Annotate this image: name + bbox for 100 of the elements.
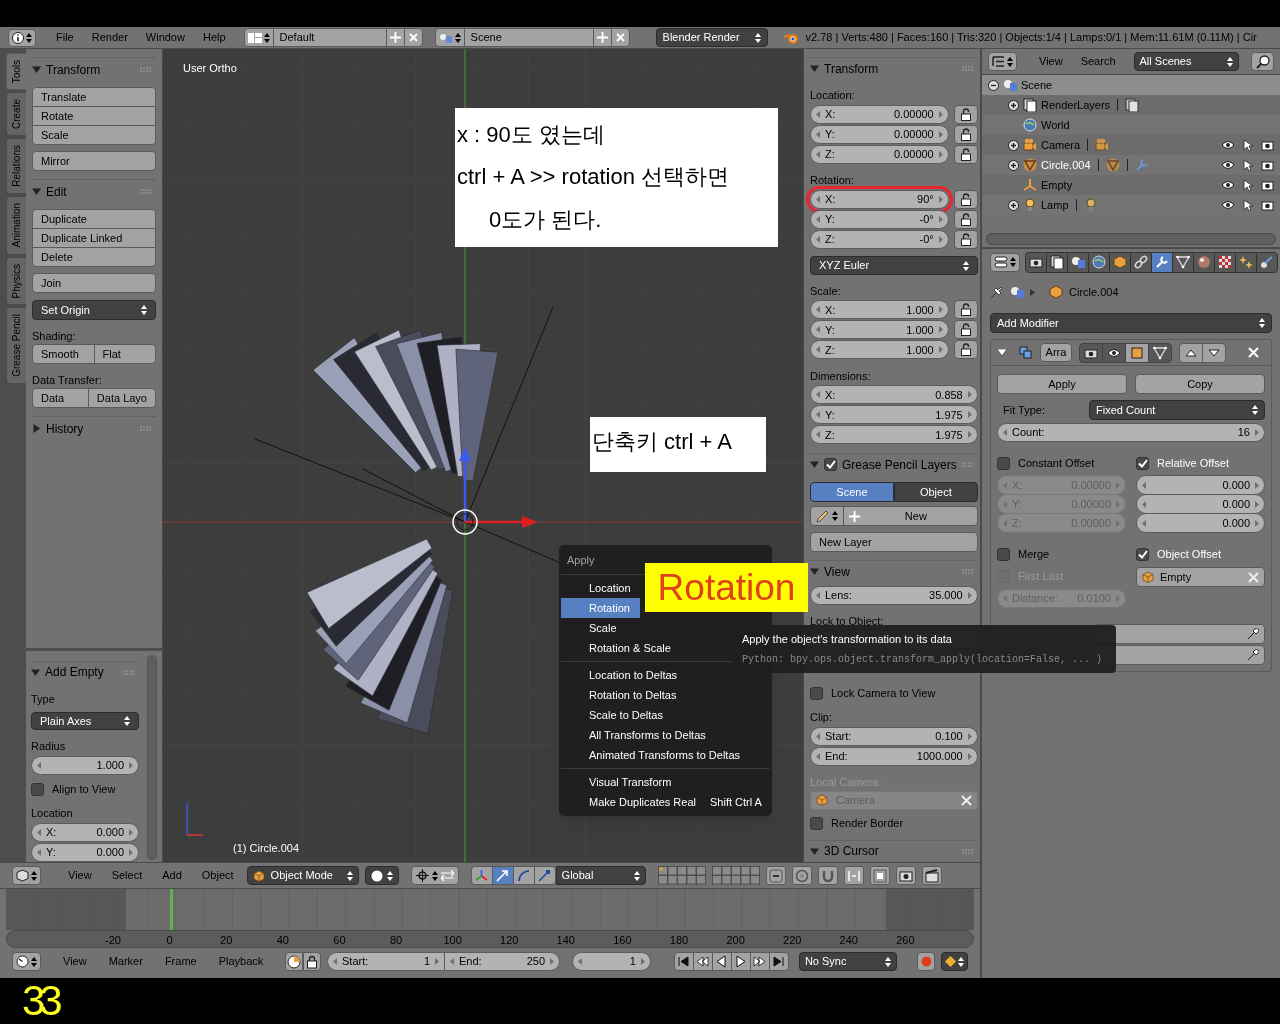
number-field[interactable]: 0.000 [1136, 475, 1265, 495]
new-button[interactable]: New [843, 506, 978, 527]
name-field[interactable]: Arra [1040, 343, 1072, 362]
menu-item[interactable]: View [55, 953, 95, 970]
outliner-item[interactable]: World [1041, 116, 1070, 134]
screen-layout-name-field[interactable]: Default [272, 28, 387, 47]
menu-item[interactable]: Object [194, 867, 241, 884]
modifier-button[interactable]: Apply [997, 374, 1127, 394]
tool-button[interactable]: Duplicate [32, 209, 156, 229]
menu-item[interactable]: Frame [156, 953, 205, 970]
python-hint: Python: bpy.ops.object.transform_apply(location=False, ... ) [742, 652, 1104, 667]
render-engine-dropdown[interactable]: Blender Render [655, 28, 768, 47]
number-field[interactable]: Y: -0° [810, 209, 949, 229]
number-field[interactable]: 0.000 [1136, 494, 1265, 514]
tool-button[interactable]: Data Layo [87, 388, 156, 408]
sidebar-tab[interactable]: Grease Pencil [6, 307, 26, 384]
filter-dropdown[interactable]: All Scenes [1133, 52, 1240, 71]
number-field[interactable]: X: 0.858 [810, 385, 978, 405]
menu-item[interactable]: All Transforms to Deltas [561, 725, 716, 745]
field-label: Lock to Object: [810, 614, 885, 628]
menu-item[interactable]: Search [1074, 53, 1122, 70]
number-field[interactable]: 1 [572, 952, 651, 971]
sidebar-tab[interactable]: Create [6, 92, 26, 137]
dropdown[interactable]: Plain Axes [31, 711, 139, 730]
number-field[interactable]: End: 1000.000 [810, 746, 978, 766]
number-field[interactable]: Z: -0° [810, 229, 949, 249]
orientation-dropdown[interactable]: Global [555, 866, 646, 885]
outliner-item[interactable]: Camera [1041, 136, 1081, 154]
menu-item[interactable]: Rotation to Deltas [561, 685, 687, 705]
tool-button[interactable]: Duplicate Linked [32, 228, 156, 248]
number-field[interactable]: End: 250 [444, 952, 560, 971]
menu-item[interactable]: Scale [561, 618, 627, 638]
toggle-button[interactable]: Object [893, 482, 978, 503]
frame-number: 120 [500, 933, 519, 948]
modifier-button[interactable]: Copy [1135, 374, 1265, 394]
tool-button[interactable]: Rotate [32, 106, 156, 126]
number-field[interactable]: X: 1.000 [810, 300, 949, 320]
number-field[interactable]: X: 0.00000 [810, 104, 949, 124]
outliner-item[interactable]: Empty [1041, 176, 1073, 194]
number-field[interactable]: Y: 0.000 [31, 842, 139, 862]
number-field[interactable]: Y: 0.00000 [810, 124, 949, 144]
menu-item[interactable]: Rotation & Scale [561, 638, 681, 658]
menu-item[interactable]: Add [155, 867, 189, 884]
menu-item[interactable]: View [61, 867, 99, 884]
field-label: Clip: [810, 710, 833, 724]
outliner-item[interactable]: Lamp [1041, 196, 1069, 214]
toggle-button[interactable]: Scene [810, 482, 894, 503]
number-field[interactable]: Lens: 35.000 [810, 585, 978, 605]
outliner-item[interactable]: Scene [1021, 76, 1053, 94]
mode-dropdown[interactable]: Object Mode [246, 866, 359, 885]
sidebar-tab[interactable]: Animation [6, 196, 26, 255]
menu-item[interactable]: Animated Transforms to Deltas [561, 745, 750, 765]
sidebar-tab[interactable]: Relations [6, 138, 26, 195]
checkbox-label: Align to View [52, 781, 116, 797]
tool-button[interactable]: New Layer [810, 532, 978, 553]
menu-item[interactable]: File [50, 29, 80, 46]
number-field[interactable]: Count: 16 [997, 423, 1265, 442]
number-field[interactable]: Y: 1.000 [810, 320, 949, 340]
menu-item[interactable]: Marker [100, 953, 151, 970]
menu-item[interactable]: View [1033, 53, 1069, 70]
tool-button[interactable]: Translate [32, 87, 156, 107]
number-field[interactable]: X: 0.000 [31, 822, 139, 842]
number-field[interactable]: Start: 0.100 [810, 726, 978, 746]
annotation-text: ctrl + A >> rotation 선택하면 [457, 163, 731, 192]
tool-button[interactable]: Scale [32, 125, 156, 145]
tool-button[interactable]: Data [32, 388, 89, 408]
number-field[interactable]: 0.000 [1136, 513, 1265, 533]
tool-button[interactable]: Mirror [32, 151, 156, 171]
menu-item[interactable]: Window [139, 29, 191, 46]
sidebar-tab[interactable]: Physics [6, 256, 26, 305]
number-field[interactable]: Y: 1.975 [810, 405, 978, 425]
menu-item[interactable]: Location [561, 578, 641, 598]
tool-button[interactable]: Flat [93, 344, 156, 364]
sync-dropdown[interactable]: No Sync [798, 952, 898, 971]
number-field[interactable]: Z: 1.000 [810, 340, 949, 360]
object-field[interactable]: Empty [1136, 567, 1265, 587]
menu-item[interactable]: Location to Deltas [561, 665, 688, 685]
field-label: Location [31, 806, 74, 819]
dropdown[interactable]: Set Origin [32, 300, 156, 320]
scene-name-field[interactable]: Scene [463, 28, 594, 47]
menu-item[interactable]: Render [85, 29, 134, 46]
number-field[interactable]: Z: 1.975 [810, 425, 978, 445]
menu-item[interactable]: Rotation [561, 598, 640, 618]
tool-button[interactable]: Join [32, 273, 156, 293]
outliner-item[interactable]: Circle.004 [1041, 156, 1091, 174]
menu-item[interactable]: Playback [210, 953, 272, 970]
dropdown[interactable]: XYZ Euler [810, 256, 978, 275]
menu-item[interactable]: Visual Transform [561, 772, 682, 792]
menu-item[interactable]: Scale to Deltas [561, 705, 673, 725]
fit-type-dropdown[interactable]: Fixed Count [1089, 400, 1265, 420]
menu-item[interactable]: Make Duplicates Real Shift Ctrl A [561, 792, 772, 812]
tool-button[interactable]: Delete [32, 247, 156, 267]
add-modifier-dropdown[interactable]: Add Modifier [990, 313, 1272, 333]
tool-button[interactable]: Smooth [32, 344, 95, 364]
sidebar-tab[interactable]: Tools [6, 53, 26, 91]
menu-item[interactable]: Select [104, 867, 150, 884]
number-field[interactable]: Start: 1 [327, 952, 445, 971]
number-field[interactable]: 1.000 [31, 755, 139, 775]
number-field[interactable]: Z: 0.00000 [810, 144, 949, 164]
menu-item[interactable]: Help [196, 29, 232, 46]
